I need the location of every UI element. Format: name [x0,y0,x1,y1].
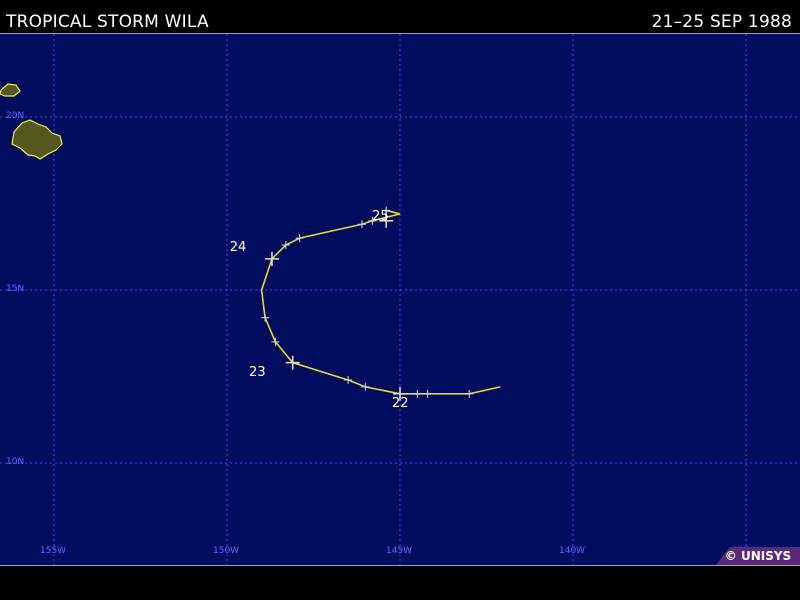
map-canvas [0,34,800,565]
storm-track [260,206,501,401]
longitude-label: 145W [386,546,413,556]
date-range: 21–25 SEP 1988 [651,12,792,32]
storm-track-frame: TROPICAL STORM WILA 21–25 SEP 1988 20N 15… [0,0,800,600]
unisys-credit: © UNISYS [716,547,800,565]
six-hour-marker [261,313,270,322]
storm-title: TROPICAL STORM WILA [6,12,209,32]
six-hour-marker [357,220,366,229]
day-label: 25 [372,208,389,224]
six-hour-marker [344,375,353,384]
day-label: 24 [229,239,247,255]
latitude-label: 10N [6,457,25,467]
six-hour-marker [361,382,370,391]
six-hour-marker [423,389,432,398]
longitude-label: 140W [559,546,586,556]
header: TROPICAL STORM WILA 21–25 SEP 1988 [0,0,800,34]
six-hour-marker [465,389,474,398]
six-hour-marker [295,234,304,243]
longitude-label: 150W [213,546,240,556]
graticule [0,34,800,565]
track-map: 20N15N10N 155W150W145W140W135W 22232425 … [0,33,800,566]
longitude-label: 155W [40,546,67,556]
six-hour-marker [413,389,422,398]
day-label: 23 [249,364,266,380]
latitude-label: 20N [6,111,25,121]
day-label: 22 [392,395,409,411]
latitude-label: 15N [6,284,25,294]
island-maui [0,83,21,97]
hawaiian-islands [0,83,63,160]
